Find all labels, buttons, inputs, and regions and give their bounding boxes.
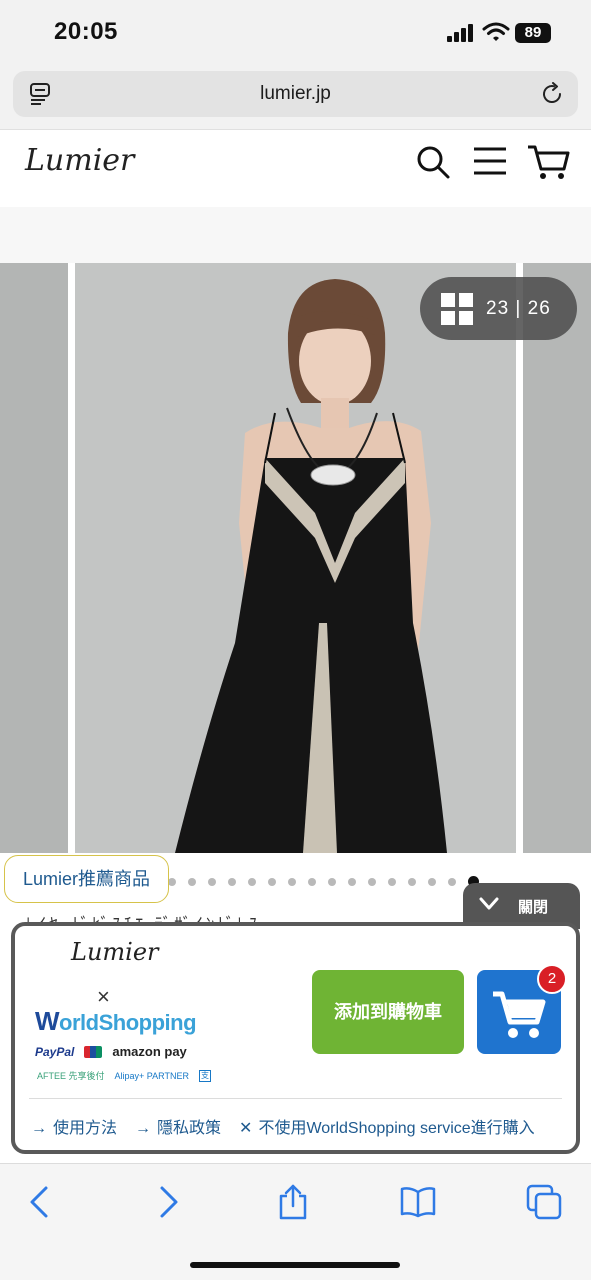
status-bar: 20:05 89 [0,0,591,66]
cellular-signal-icon [447,24,473,42]
pagination-dot[interactable] [188,878,196,886]
pagination-dot[interactable] [428,878,436,886]
pagination-dot[interactable] [348,878,356,886]
worldshopping-panel: Lumier × WorldShopping PayPal amazon pay… [11,922,580,1154]
url-text[interactable]: lumier.jp [13,83,578,105]
opt-out-link[interactable]: ✕ 不使用WorldShopping service進行購入 [239,1114,535,1138]
alipay-logo: Alipay+ PARTNER [114,1070,189,1081]
grid-icon [441,293,473,325]
how-to-use-link[interactable]: → 使用方法 [31,1114,117,1138]
cart-icon[interactable] [526,143,570,181]
add-to-cart-button[interactable]: 添加到購物車 [312,970,464,1054]
wifi-icon [482,22,510,41]
pagination-dot[interactable] [328,878,336,886]
forward-icon[interactable] [150,1184,186,1220]
worldshopping-logo-text: orldShopping [59,1010,197,1035]
aftee-logo: AFTEE 先享後付 [37,1071,105,1081]
home-indicator [190,1262,400,1268]
pagination-dot[interactable] [308,878,316,886]
chevron-down-icon [479,897,499,910]
image-counter[interactable]: 23 | 26 [420,277,577,340]
pagination-dot[interactable] [248,878,256,886]
shopping-cart-icon [493,991,546,1038]
arrow-right-icon: → [31,1120,47,1137]
pagination-dot[interactable] [268,878,276,886]
back-icon[interactable] [22,1184,58,1220]
unionpay-icon [84,1045,103,1058]
gallery-prev-image[interactable] [0,263,68,853]
battery-indicator: 89 [515,23,551,43]
gallery-main-image[interactable] [75,263,516,853]
site-header: Lumier [0,131,591,207]
worldshopping-site-logo: Lumier [71,938,159,966]
worldshopping-links: → 使用方法 → 隱私政策 ✕ 不使用WorldShopping service進行購… [31,1114,535,1138]
pagination-dot[interactable] [408,878,416,886]
pagination-dot[interactable] [448,878,456,886]
gallery-pagination-dots[interactable] [168,876,479,888]
opt-out-label: 不使用WorldShopping service進行購入 [258,1120,535,1137]
pagination-dot[interactable] [168,878,176,886]
close-icon: ✕ [239,1120,253,1137]
site-logo[interactable]: Lumier [25,143,134,178]
privacy-policy-label: 隱私政策 [157,1120,222,1137]
status-time: 20:05 [54,18,118,45]
payment-methods-row: PayPal amazon pay [35,1044,187,1059]
pagination-dot[interactable] [208,878,216,886]
privacy-policy-link[interactable]: → 隱私政策 [135,1114,221,1138]
how-to-use-label: 使用方法 [53,1120,118,1137]
arrow-right-icon: → [135,1120,152,1137]
header-spacer [0,207,591,263]
gallery-next-image[interactable] [523,263,591,853]
close-panel-label: 關閉 [518,899,549,916]
product-gallery[interactable] [0,263,591,853]
tabs-icon[interactable] [526,1184,562,1220]
worldshopping-logo: WorldShopping [35,1006,197,1037]
search-icon[interactable] [415,144,451,180]
bookmarks-icon[interactable] [400,1184,436,1220]
browser-address-area: lumier.jp [0,66,591,130]
amazonpay-logo: amazon pay [112,1044,187,1059]
payment-methods-row-2: AFTEE 先享後付 Alipay+ PARTNER 支 [37,1069,211,1082]
pagination-dot[interactable] [288,878,296,886]
alipay-icon: 支 [198,1069,211,1082]
divider [29,1098,562,1099]
pagination-dot[interactable] [388,878,396,886]
menu-icon[interactable] [472,146,508,176]
page: 20:05 89 lumier.jp Lumier 23 | 26 Lumier… [0,0,591,1280]
pagination-dot[interactable] [228,878,236,886]
cart-count-badge: 2 [537,964,567,994]
address-bar[interactable]: lumier.jp [13,71,578,117]
recommend-tag[interactable]: Lumier推薦商品 [4,855,169,903]
product-photo [75,263,516,853]
paypal-logo: PayPal [35,1044,75,1059]
worldshopping-logo-w: W [35,1006,60,1036]
pagination-dot[interactable] [368,878,376,886]
share-icon[interactable] [275,1184,311,1220]
image-counter-text: 23 | 26 [486,298,551,319]
reload-icon[interactable] [540,82,564,106]
